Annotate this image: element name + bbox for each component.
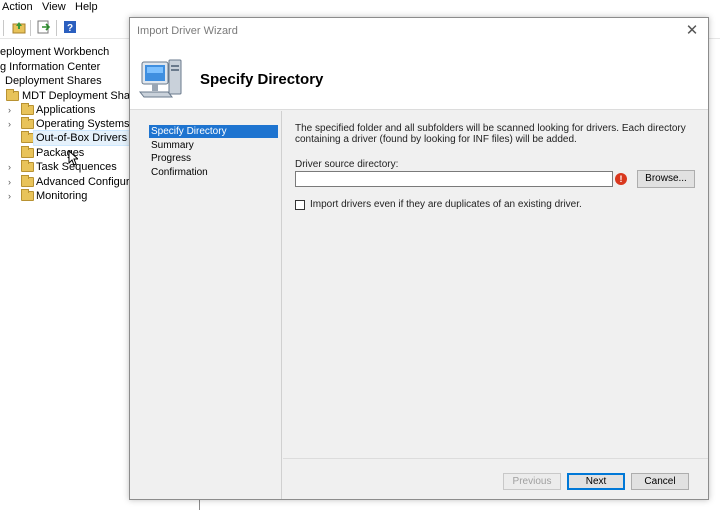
- tree-item-task-sequences[interactable]: › Task Sequences: [0, 160, 130, 174]
- source-directory-label: Driver source directory:: [295, 159, 399, 170]
- previous-button[interactable]: Previous: [503, 473, 561, 490]
- toolbar-separator: [56, 20, 57, 36]
- console-tree: eployment Workbench g Information Center…: [0, 46, 155, 203]
- step-confirmation[interactable]: Confirmation: [149, 166, 278, 179]
- folder-icon: [21, 160, 34, 172]
- tree-item-advanced-configuration[interactable]: › Advanced Configurati: [0, 175, 141, 189]
- menu-bar: Action View Help: [0, 0, 720, 16]
- folder-icon: [21, 175, 34, 187]
- menu-view[interactable]: View: [42, 1, 66, 13]
- wizard-header: Specify Directory: [130, 44, 708, 110]
- tree-item-packages[interactable]: Packages: [0, 146, 130, 160]
- toolbar-separator: [3, 20, 4, 36]
- wizard-steps: Specify Directory Summary Progress Confi…: [130, 111, 282, 499]
- mouse-cursor-icon: [68, 150, 78, 166]
- step-progress[interactable]: Progress: [149, 152, 278, 165]
- next-button[interactable]: Next: [567, 473, 625, 490]
- svg-text:?: ?: [67, 23, 73, 34]
- step-summary[interactable]: Summary: [149, 139, 278, 152]
- tree-item-monitoring[interactable]: › Monitoring: [0, 189, 130, 203]
- duplicates-checkbox[interactable]: [295, 200, 305, 210]
- expand-arrow-icon[interactable]: ›: [8, 160, 16, 174]
- tree-item-applications[interactable]: › Applications: [0, 103, 130, 117]
- wizard-content: The specified folder and all subfolders …: [283, 111, 708, 458]
- expand-arrow-icon[interactable]: ›: [8, 103, 16, 117]
- folder-icon: [21, 131, 34, 143]
- dialog-title: Import Driver Wizard: [137, 25, 238, 37]
- dialog-titlebar: Import Driver Wizard ✕: [130, 18, 708, 44]
- expand-arrow-icon[interactable]: ›: [8, 189, 16, 203]
- browse-button[interactable]: Browse...: [637, 170, 695, 188]
- tree-item-out-of-box-drivers[interactable]: Out-of-Box Drivers: [0, 130, 131, 146]
- expand-arrow-icon[interactable]: ›: [8, 175, 16, 189]
- folder-icon: [6, 89, 19, 101]
- page-heading: Specify Directory: [200, 71, 324, 88]
- help-icon[interactable]: ?: [63, 20, 77, 34]
- import-driver-wizard: Import Driver Wizard ✕ Specify Directory…: [129, 17, 709, 500]
- menu-action[interactable]: Action: [2, 1, 33, 13]
- description-text: The specified folder and all subfolders …: [295, 123, 686, 145]
- expand-arrow-icon[interactable]: ›: [8, 117, 16, 131]
- folder-icon: [21, 103, 34, 115]
- pane-divider: [199, 500, 200, 510]
- computer-icon: [138, 59, 182, 98]
- export-list-icon[interactable]: [37, 20, 51, 34]
- cancel-button[interactable]: Cancel: [631, 473, 689, 490]
- up-folder-icon[interactable]: [12, 20, 26, 34]
- source-directory-input[interactable]: [295, 171, 613, 187]
- tree-item-operating-systems[interactable]: › Operating Systems: [0, 117, 130, 131]
- folder-icon: [21, 189, 34, 201]
- tree-mdt-deployment-share[interactable]: MDT Deployment Share (C: [0, 89, 154, 103]
- folder-icon: [21, 146, 34, 158]
- wizard-footer: Previous Next Cancel: [283, 458, 708, 499]
- close-icon[interactable]: ✕: [682, 21, 702, 41]
- folder-icon: [21, 117, 34, 129]
- menu-help[interactable]: Help: [75, 1, 98, 13]
- duplicates-checkbox-label: Import drivers even if they are duplicat…: [310, 199, 582, 210]
- error-icon: !: [615, 173, 627, 185]
- step-specify-directory[interactable]: Specify Directory: [149, 125, 278, 138]
- toolbar-separator: [30, 20, 31, 36]
